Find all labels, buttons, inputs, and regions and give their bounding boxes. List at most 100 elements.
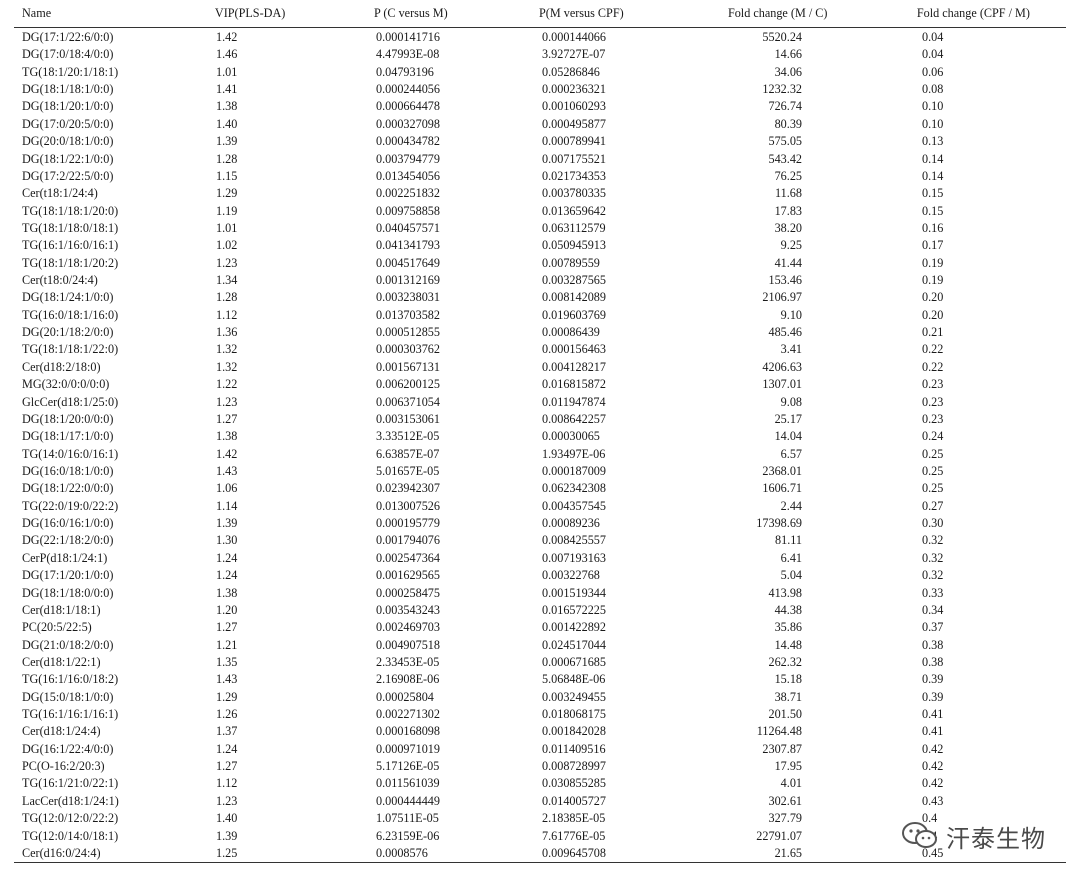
wechat-icon — [902, 822, 937, 848]
cell-fold-change-m-c: 15.18 — [774, 672, 802, 687]
cell-p-m-vs-cpf: 0.063112579 — [542, 220, 606, 235]
cell-p-c-vs-m: 0.001567131 — [376, 359, 440, 374]
cell-p-m-vs-cpf: 0.016815872 — [542, 377, 606, 392]
cell-fold-change-m-c: 6.41 — [780, 550, 802, 565]
cell-fold-change-cpf-m: 0.25 — [922, 481, 944, 496]
bottom-rule — [14, 862, 1066, 864]
cell-name: TG(18:1/18:0/18:1) — [22, 220, 119, 235]
cell-vip: 1.42 — [216, 30, 238, 44]
cell-vip: 1.34 — [216, 273, 238, 288]
cell-p-c-vs-m: 0.041341793 — [376, 238, 440, 253]
cell-vip: 1.23 — [216, 394, 238, 409]
table-row: TG(16:1/21:0/22:1) 1.12 0.011561039 0.03085… — [14, 775, 1066, 792]
cell-p-c-vs-m: 0.040457571 — [376, 220, 440, 235]
cell-name: TG(12:0/12:0/22:2) — [22, 811, 119, 826]
cell-vip: 1.14 — [216, 498, 238, 513]
cell-name: TG(18:1/18:1/22:0) — [22, 342, 119, 357]
cell-name: DG(17:0/20:5/0:0) — [22, 116, 114, 131]
table-row: TG(18:1/18:1/20:0) 1.19 0.009758858 0.01365… — [14, 203, 1066, 220]
cell-fold-change-m-c: 25.17 — [774, 411, 802, 426]
cell-name: TG(16:1/16:0/16:1) — [22, 238, 119, 253]
cell-p-m-vs-cpf: 0.009645708 — [542, 845, 606, 860]
cell-p-m-vs-cpf: 0.050945913 — [542, 238, 606, 253]
cell-vip: 1.15 — [216, 168, 238, 183]
table-row: CerP(d18:1/24:1) 1.24 0.002547364 0.0071931… — [14, 550, 1066, 567]
cell-p-m-vs-cpf: 0.000144066 — [542, 30, 606, 44]
cell-p-m-vs-cpf: 0.00789559 — [542, 255, 600, 270]
cell-p-c-vs-m: 0.000303762 — [376, 342, 440, 357]
cell-vip: 1.20 — [216, 602, 238, 617]
cell-fold-change-cpf-m: 0.22 — [922, 359, 944, 374]
header-fold-change-cpf-m: Fold change (CPF / M) — [916, 6, 1030, 20]
cell-p-m-vs-cpf: 0.001060293 — [542, 99, 606, 114]
cell-vip: 1.43 — [216, 463, 238, 478]
table-row: MG(32:0/0:0/0:0) 1.22 0.006200125 0.0168158… — [14, 376, 1066, 393]
cell-p-m-vs-cpf: 0.018068175 — [542, 707, 606, 722]
cell-fold-change-cpf-m: 0.25 — [922, 463, 944, 478]
cell-fold-change-m-c: 76.25 — [774, 168, 802, 183]
cell-fold-change-cpf-m: 0.15 — [922, 203, 944, 218]
cell-fold-change-cpf-m: 0.17 — [922, 238, 944, 253]
cell-fold-change-m-c: 44.38 — [774, 602, 802, 617]
cell-fold-change-cpf-m: 0.23 — [922, 394, 944, 409]
cell-fold-change-cpf-m: 0.39 — [922, 689, 944, 704]
cell-vip: 1.24 — [216, 550, 238, 565]
cell-name: DG(18:1/22:1/0:0) — [22, 151, 114, 166]
table-body: DG(17:1/22:6/0:0) 1.42 0.000141716 0.000144… — [14, 28, 1066, 862]
cell-name: DG(22:1/18:2/0:0) — [22, 533, 114, 548]
cell-fold-change-m-c: 201.50 — [768, 707, 802, 722]
cell-fold-change-m-c: 21.65 — [774, 845, 802, 860]
cell-vip: 1.40 — [216, 116, 238, 131]
cell-p-m-vs-cpf: 0.008425557 — [542, 533, 606, 548]
cell-fold-change-m-c: 17.95 — [774, 759, 802, 774]
cell-fold-change-m-c: 11.68 — [775, 186, 802, 201]
cell-vip: 1.28 — [216, 151, 238, 166]
cell-fold-change-m-c: 11264.48 — [756, 724, 802, 739]
table-row: TG(18:1/18:1/20:2) 1.23 0.004517649 0.00789… — [14, 255, 1066, 272]
cell-fold-change-cpf-m: 0.33 — [922, 585, 944, 600]
cell-fold-change-m-c: 726.74 — [768, 99, 802, 114]
cell-fold-change-cpf-m: 0.21 — [922, 325, 944, 340]
table-row: DG(17:2/22:5/0:0) 1.15 0.013454056 0.021734… — [14, 168, 1066, 185]
cell-vip: 1.38 — [216, 99, 238, 114]
cell-fold-change-cpf-m: 0.08 — [922, 82, 944, 97]
data-table: Name VIP(PLS-DA) P (C versus M) P(M vers… — [14, 0, 1066, 864]
cell-vip: 1.39 — [216, 134, 238, 149]
cell-p-c-vs-m: 0.003153061 — [376, 411, 440, 426]
cell-p-m-vs-cpf: 0.001519344 — [542, 585, 606, 600]
cell-p-c-vs-m: 0.000971019 — [376, 741, 440, 756]
cell-name: TG(18:1/18:1/20:2) — [22, 255, 119, 270]
cell-fold-change-cpf-m: 0.20 — [922, 307, 944, 322]
cell-p-c-vs-m: 0.000195779 — [376, 516, 440, 531]
table-row: Cer(d18:1/22:1) 1.35 2.33453E-05 0.00067168… — [14, 654, 1066, 671]
cell-p-c-vs-m: 0.004517649 — [376, 255, 440, 270]
cell-fold-change-cpf-m: 0.23 — [922, 411, 944, 426]
cell-p-m-vs-cpf: 0.004357545 — [542, 498, 606, 513]
cell-fold-change-m-c: 413.98 — [768, 585, 802, 600]
cell-fold-change-cpf-m: 0.42 — [922, 759, 944, 774]
cell-name: Cer(t18:0/24:4) — [22, 273, 98, 288]
cell-name: DG(16:0/16:1/0:0) — [22, 516, 114, 531]
cell-fold-change-m-c: 5520.24 — [762, 30, 802, 44]
cell-fold-change-m-c: 543.42 — [768, 151, 802, 166]
cell-fold-change-m-c: 9.25 — [780, 238, 802, 253]
cell-p-m-vs-cpf: 0.011947874 — [542, 394, 606, 409]
table-row: LacCer(d18:1/24:1) 1.23 0.000444449 0.01400… — [14, 793, 1066, 810]
table-row: DG(18:1/22:0/0:0) 1.06 0.023942307 0.062342… — [14, 480, 1066, 497]
cell-fold-change-cpf-m: 0.19 — [922, 273, 944, 288]
cell-p-m-vs-cpf: 3.92727E-07 — [542, 47, 606, 62]
cell-fold-change-cpf-m: 0.39 — [922, 672, 944, 687]
cell-vip: 1.26 — [216, 707, 238, 722]
table-row: PC(20:5/22:5) 1.27 0.002469703 0.001422892 3… — [14, 619, 1066, 636]
cell-fold-change-cpf-m: 0.32 — [922, 550, 944, 565]
cell-p-m-vs-cpf: 0.030855285 — [542, 776, 606, 791]
cell-name: TG(12:0/14:0/18:1) — [22, 828, 119, 843]
cell-fold-change-m-c: 2106.97 — [762, 290, 802, 305]
cell-fold-change-cpf-m: 0.38 — [922, 654, 944, 669]
cell-fold-change-m-c: 2368.01 — [762, 463, 802, 478]
cell-vip: 1.01 — [216, 220, 238, 235]
cell-name: DG(18:1/24:1/0:0) — [22, 290, 114, 305]
cell-p-c-vs-m: 0.000244056 — [376, 82, 440, 97]
table-row: DG(17:1/20:1/0:0) 1.24 0.001629565 0.003227… — [14, 567, 1066, 584]
cell-vip: 1.32 — [216, 342, 238, 357]
